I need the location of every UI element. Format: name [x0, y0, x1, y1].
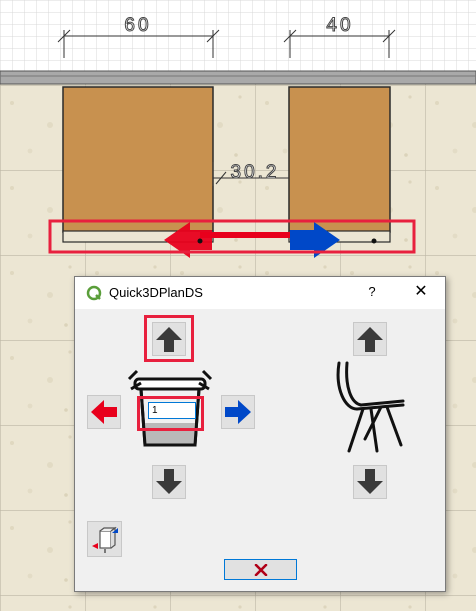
arrow-left-red-icon [91, 400, 117, 424]
dialog-titlebar[interactable]: Quick3DPlanDS ? ✕ [75, 277, 445, 309]
move-down-button[interactable] [152, 465, 186, 499]
chair-up-button[interactable] [353, 322, 387, 356]
dimension-60-label: 60 [124, 15, 151, 36]
dimension-40-label: 40 [326, 15, 353, 36]
help-button[interactable]: ? [361, 281, 383, 303]
cancel-button[interactable] [224, 559, 297, 580]
wall[interactable] [0, 70, 476, 85]
chair-icon [336, 361, 405, 453]
cabinet-40[interactable] [288, 86, 391, 233]
plan-anchor-dot-left [197, 238, 203, 244]
plan-anchor-dot-right [371, 238, 377, 244]
arrow-down-icon [357, 469, 383, 494]
chair-down-button[interactable] [353, 465, 387, 499]
quantity-input[interactable] [148, 402, 196, 419]
quick3dplan-dialog: Quick3DPlanDS ? ✕ [74, 276, 446, 592]
arrow-up-icon [357, 327, 383, 352]
q-logo-icon [86, 285, 102, 301]
rotate-view-icon [91, 526, 118, 553]
rotate-view-button[interactable] [87, 521, 122, 557]
dimension-gap-label: 30.2 [231, 162, 280, 183]
move-left-button[interactable] [87, 395, 121, 429]
move-up-button[interactable] [152, 322, 186, 356]
arrow-up-icon [156, 327, 182, 352]
arrow-down-icon [156, 469, 182, 494]
move-right-button[interactable] [221, 395, 255, 429]
red-x-icon [254, 563, 267, 576]
arrow-right-blue-icon [225, 400, 251, 424]
cabinet-60[interactable] [62, 86, 214, 233]
close-button[interactable]: ✕ [409, 281, 433, 303]
dialog-title: Quick3DPlanDS [109, 285, 203, 300]
